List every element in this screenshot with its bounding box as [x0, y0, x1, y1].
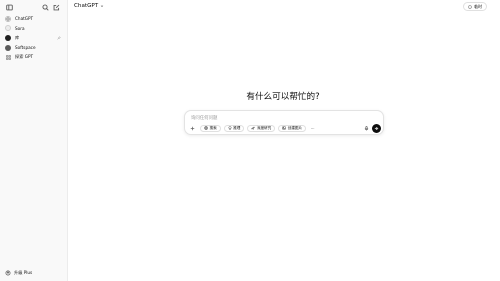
sidebar: ChatGPT Sora 库 Softspace 探索 GPT 升级 Plus — [0, 0, 68, 281]
new-chat-icon[interactable] — [52, 3, 60, 11]
sidebar-item-label: Softspace — [15, 45, 36, 51]
deep-research-tool-button[interactable]: 深度研究 — [247, 124, 276, 132]
tool-label: 推理 — [233, 125, 241, 130]
sidebar-item-sora[interactable]: Sora — [3, 24, 65, 34]
softspace-avatar-icon — [5, 44, 11, 51]
reason-tool-button[interactable]: 推理 — [223, 124, 245, 132]
search-tool-button[interactable]: 搜索 — [200, 124, 221, 132]
upgrade-plus-button[interactable]: 升级 Plus — [5, 270, 32, 276]
model-label: ChatGPT — [74, 3, 99, 9]
attach-button[interactable] — [189, 125, 196, 132]
tool-label: 深度研究 — [256, 125, 272, 130]
sidebar-list: ChatGPT Sora 库 Softspace 探索 GPT — [3, 14, 65, 62]
sidebar-item-label: 探索 GPT — [15, 54, 34, 60]
composer: 询问任何问题 搜索 推理 深度研究 创建图片 ··· — [184, 110, 384, 135]
telescope-icon — [251, 126, 256, 130]
composer-tools: 搜索 推理 深度研究 创建图片 ··· — [189, 124, 316, 132]
sidebar-item-label: Sora — [15, 25, 25, 31]
temporary-chat-label: 临时 — [474, 3, 482, 9]
microphone-icon[interactable] — [363, 125, 369, 131]
sidebar-item-explore-gpts[interactable]: 探索 GPT — [3, 52, 65, 62]
sidebar-item-library[interactable]: 库 — [3, 33, 65, 43]
grid-icon — [5, 54, 11, 60]
plus-icon — [190, 126, 195, 130]
sidebar-toggle-icon[interactable] — [5, 3, 13, 11]
tool-label: 创建图片 — [287, 125, 303, 130]
search-icon[interactable] — [41, 3, 49, 11]
temporary-chat-button[interactable]: 临时 — [463, 2, 487, 11]
upgrade-plus-label: 升级 Plus — [14, 270, 33, 275]
voice-waveform-icon — [374, 126, 379, 130]
prompt-input[interactable]: 询问任何问题 — [191, 115, 217, 121]
sidebar-item-label: 库 — [15, 34, 20, 40]
more-tools-button[interactable]: ··· — [309, 125, 316, 132]
avatar-icon — [5, 34, 11, 41]
page-title: 有什么可以帮忙的? — [246, 92, 320, 102]
model-selector[interactable]: ChatGPT — [74, 3, 104, 9]
lightbulb-icon — [228, 126, 232, 130]
sidebar-item-softspace[interactable]: Softspace — [3, 43, 65, 53]
chevron-down-icon — [101, 5, 104, 7]
voice-mode-button[interactable] — [372, 123, 381, 133]
upgrade-icon — [5, 270, 11, 276]
globe-icon — [204, 126, 208, 130]
pin-icon[interactable] — [57, 35, 61, 40]
tool-label: 搜索 — [209, 125, 217, 130]
image-icon — [282, 126, 287, 130]
sora-avatar-icon — [5, 25, 11, 32]
sidebar-header — [0, 0, 67, 14]
temporary-chat-icon — [468, 4, 472, 9]
sidebar-item-chatgpt[interactable]: ChatGPT — [3, 14, 65, 24]
create-image-tool-button[interactable]: 创建图片 — [278, 124, 307, 132]
sidebar-item-label: ChatGPT — [15, 16, 34, 22]
chatgpt-logo-icon — [5, 15, 11, 22]
